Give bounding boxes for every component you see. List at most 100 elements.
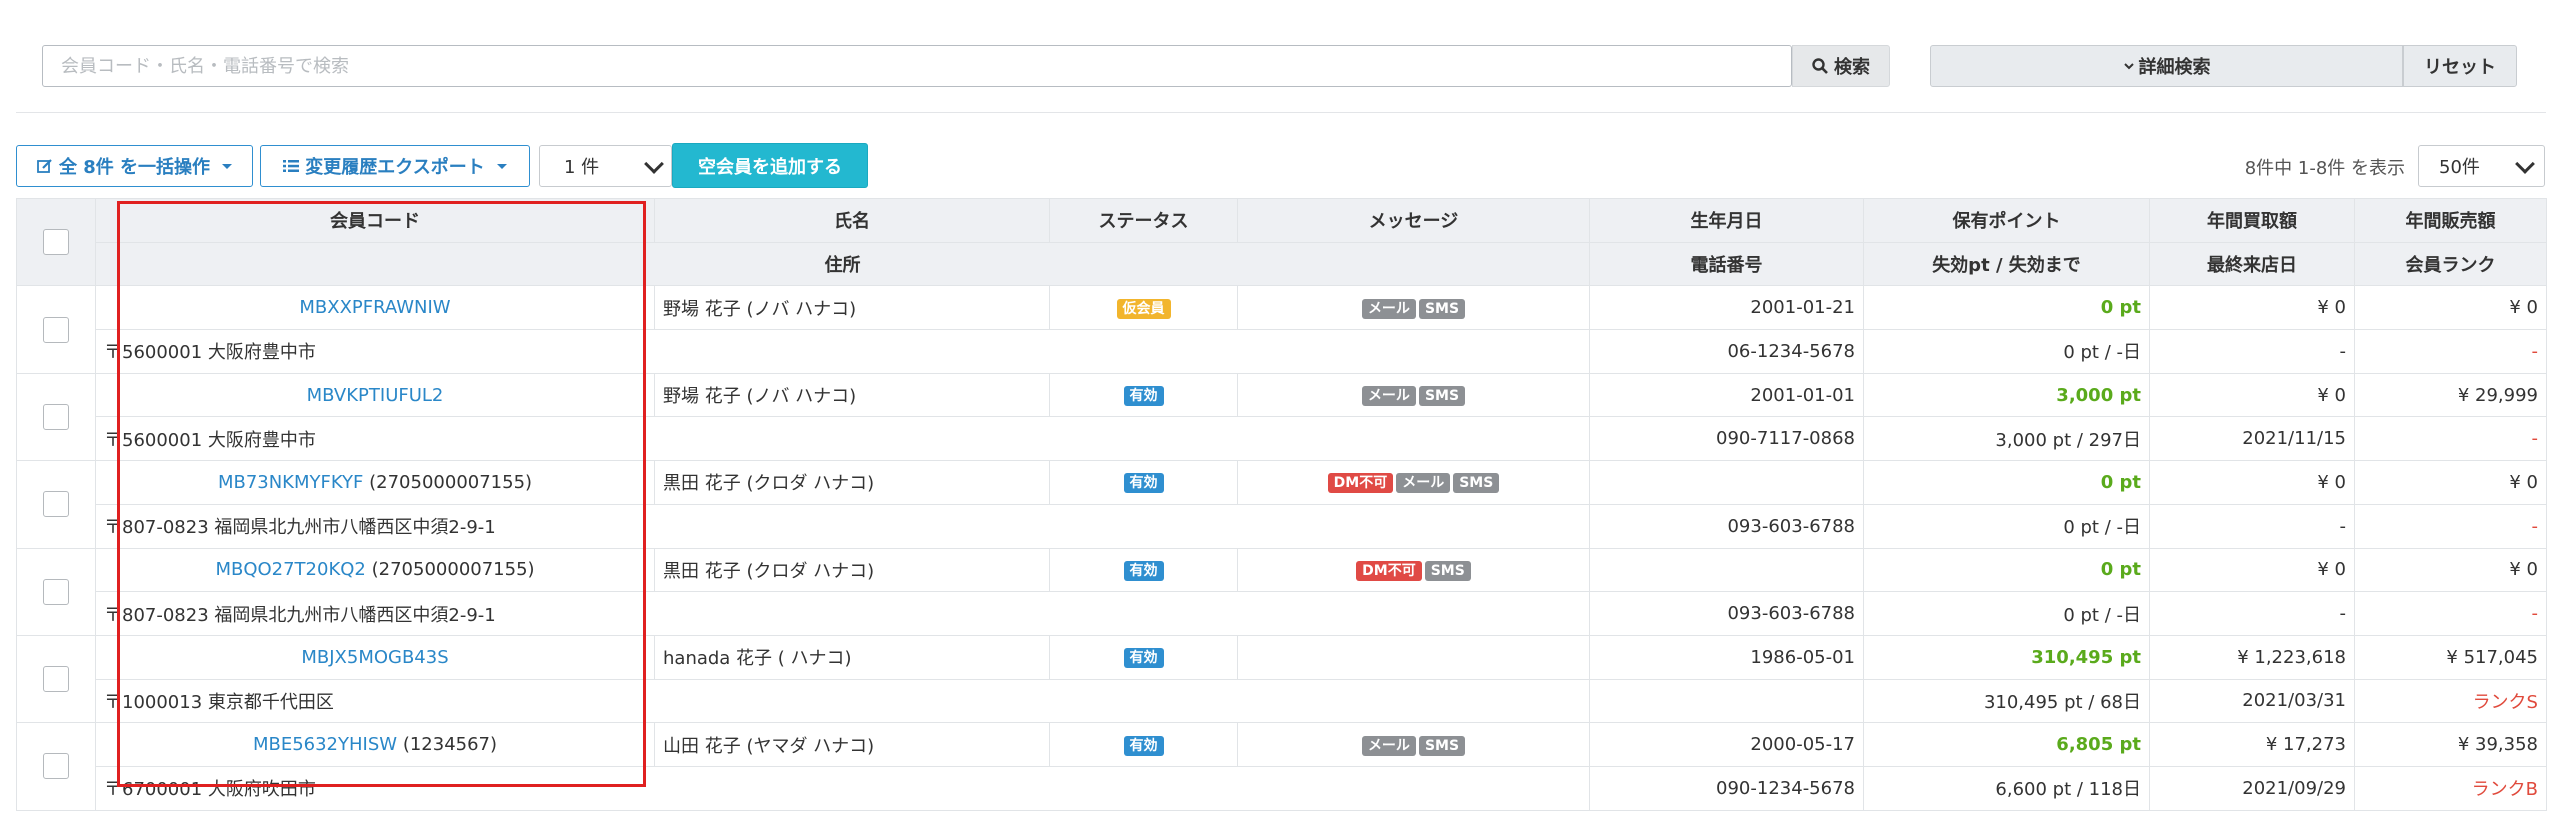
member-rank: ランクS bbox=[2354, 678, 2547, 724]
message-tag: メール bbox=[1361, 735, 1416, 756]
annual-sell: ¥ 39,358 bbox=[2354, 722, 2547, 767]
row-checkbox[interactable] bbox=[43, 753, 69, 780]
row-checkbox[interactable] bbox=[43, 316, 69, 343]
count-select-value: 1 件 bbox=[564, 157, 600, 178]
last-visit: 2021/03/31 bbox=[2149, 678, 2355, 724]
chevron-down-icon bbox=[2123, 63, 2134, 70]
message-tag: メール bbox=[1396, 473, 1451, 494]
table-row: MBVKPTIUFUL2 野場 花子 (ノバ ハナコ) 有効 メール SMS 2001-0… bbox=[16, 372, 2547, 462]
message-tag: メール bbox=[1361, 386, 1416, 407]
message-tag: SMS bbox=[1418, 386, 1466, 407]
message-tag: SMS bbox=[1453, 473, 1500, 494]
divider bbox=[16, 112, 2546, 113]
search-button-label: 検索 bbox=[1834, 57, 1870, 78]
table-row: 〒5600001 大阪府豊中市 06-1234-5678 0 pt / -日 - - bbox=[17, 329, 2547, 374]
col-header-sell: 年間販売額 bbox=[2354, 198, 2547, 243]
annual-sell: ¥ 0 bbox=[2354, 547, 2547, 593]
member-rank: ランクB bbox=[2354, 765, 2547, 811]
row-select-cell bbox=[16, 372, 96, 462]
row-checkbox[interactable] bbox=[43, 403, 69, 430]
last-visit: - bbox=[2149, 329, 2355, 374]
status-badge: 有効 bbox=[1123, 648, 1164, 669]
status-cell: 有効 bbox=[1049, 460, 1238, 505]
member-code-link[interactable]: MB73NKMYFKYF bbox=[218, 472, 363, 493]
annual-buy: ¥ 0 bbox=[2149, 547, 2355, 593]
birth-date: 2001-01-01 bbox=[1589, 372, 1864, 418]
annual-sell: ¥ 0 bbox=[2354, 285, 2547, 331]
search-input[interactable] bbox=[42, 45, 1792, 87]
col-header-buy: 年間買取額 bbox=[2149, 198, 2355, 243]
chevron-down-icon bbox=[2515, 154, 2535, 174]
member-code-link[interactable]: MBXXPFRAWNIW bbox=[299, 297, 450, 318]
member-code-link[interactable]: MBVKPTIUFUL2 bbox=[307, 385, 444, 406]
member-code-link[interactable]: MBJX5MOGB43S bbox=[301, 647, 448, 668]
member-rank: - bbox=[2354, 416, 2547, 462]
chevron-down-icon bbox=[644, 154, 664, 174]
member-rank: - bbox=[2354, 329, 2547, 374]
per-page-select[interactable]: 50件 bbox=[2418, 145, 2545, 187]
caret-down-icon bbox=[222, 163, 233, 169]
address: 〒5600001 大阪府豊中市 bbox=[95, 416, 1590, 462]
add-empty-member-button[interactable]: 空会員を追加する bbox=[672, 143, 868, 188]
member-name: 野場 花子 (ノバ ハナコ) bbox=[654, 285, 1050, 331]
dm-disabled-badge: DM不可 bbox=[1356, 560, 1422, 581]
table-row: 〒1000013 東京都千代田区 310,495 pt / 68日 2021/03/… bbox=[17, 678, 2547, 724]
advanced-search-button[interactable]: 詳細検索 bbox=[1930, 45, 2403, 87]
table-row: 〒807-0823 福岡県北九州市八幡西区中須2-9-1 093-603-6788… bbox=[17, 591, 2547, 636]
table-row: MBE5632YHISW (1234567) 山田 花子 (ヤマダ ハナコ) 有効メ… bbox=[16, 722, 2547, 811]
member-code-cell: MBVKPTIUFUL2 bbox=[95, 372, 655, 418]
member-name: 黒田 花子 (クロダ ハナコ) bbox=[654, 460, 1050, 505]
col-header-rank: 会員ランク bbox=[2354, 241, 2547, 287]
col-header-address: 住所 bbox=[95, 241, 1590, 287]
col-header-message: メッセージ bbox=[1237, 198, 1590, 243]
member-rank: - bbox=[2354, 503, 2547, 549]
message-cell: メール SMS bbox=[1237, 372, 1590, 418]
export-history-button[interactable]: 変更履歴エクスポート bbox=[260, 145, 530, 187]
col-header-birth: 生年月日 bbox=[1589, 198, 1864, 243]
message-cell: DM不可 SMS bbox=[1237, 547, 1590, 593]
row-select-cell bbox=[16, 722, 96, 811]
expire-points: 0 pt / -日 bbox=[1863, 503, 2150, 549]
row-checkbox[interactable] bbox=[43, 491, 69, 518]
count-select[interactable]: 1 件 bbox=[539, 145, 672, 187]
row-checkbox[interactable] bbox=[43, 578, 69, 605]
reset-button[interactable]: リセット bbox=[2403, 45, 2517, 87]
annual-buy: ¥ 17,273 bbox=[2149, 722, 2355, 767]
search-icon bbox=[1812, 58, 1828, 74]
col-header-points: 保有ポイント bbox=[1863, 198, 2150, 243]
row-select-cell bbox=[16, 460, 96, 549]
member-code-link[interactable]: MBQO27T20KQ2 bbox=[215, 559, 365, 580]
bulk-operation-button[interactable]: 全 8件 を一括操作 bbox=[16, 145, 253, 187]
search-button[interactable]: 検索 bbox=[1792, 45, 1890, 87]
message-tag: SMS bbox=[1418, 298, 1466, 319]
message-cell: DM不可 メール SMS bbox=[1237, 460, 1590, 505]
member-code-extra: (2705000007155) bbox=[369, 471, 533, 493]
select-all-checkbox[interactable] bbox=[43, 229, 69, 256]
status-cell: 仮会員 bbox=[1049, 285, 1238, 331]
col-header-last-visit: 最終来店日 bbox=[2149, 241, 2355, 287]
row-select-cell bbox=[16, 285, 96, 374]
status-badge: 有効 bbox=[1123, 386, 1164, 407]
address: 〒5600001 大阪府豊中市 bbox=[95, 329, 1590, 374]
birth-date bbox=[1589, 460, 1864, 505]
table-row: 〒6700001 大阪府吹田市 090-1234-5678 6,600 pt / 1… bbox=[17, 765, 2547, 811]
phone: 090-7117-0868 bbox=[1589, 416, 1864, 462]
dm-disabled-badge: DM不可 bbox=[1327, 473, 1394, 494]
address: 〒807-0823 福岡県北九州市八幡西区中須2-9-1 bbox=[95, 591, 1590, 636]
expire-points: 6,600 pt / 118日 bbox=[1863, 765, 2150, 811]
last-visit: - bbox=[2149, 503, 2355, 549]
header-row-2: 住所 電話番号 失効pt / 失効まで 最終来店日 会員ランク bbox=[17, 241, 2547, 287]
message-tag: メール bbox=[1361, 298, 1416, 319]
message-cell: メール SMS bbox=[1237, 722, 1590, 767]
expire-points: 0 pt / -日 bbox=[1863, 329, 2150, 374]
member-name: hanada 花子 ( ハナコ) bbox=[654, 634, 1050, 680]
member-code-link[interactable]: MBE5632YHISW bbox=[253, 734, 397, 755]
status-badge: 有効 bbox=[1123, 735, 1164, 756]
row-checkbox[interactable] bbox=[43, 666, 69, 693]
table-row: MBJX5MOGB43S hanada 花子 ( ハナコ) 有効 1986-05-01… bbox=[16, 634, 2547, 724]
member-rank: - bbox=[2354, 591, 2547, 636]
member-name: 山田 花子 (ヤマダ ハナコ) bbox=[654, 722, 1050, 767]
member-code-cell: MBQO27T20KQ2 (2705000007155) bbox=[95, 547, 655, 593]
annual-sell: ¥ 517,045 bbox=[2354, 634, 2547, 680]
annual-buy: ¥ 0 bbox=[2149, 285, 2355, 331]
